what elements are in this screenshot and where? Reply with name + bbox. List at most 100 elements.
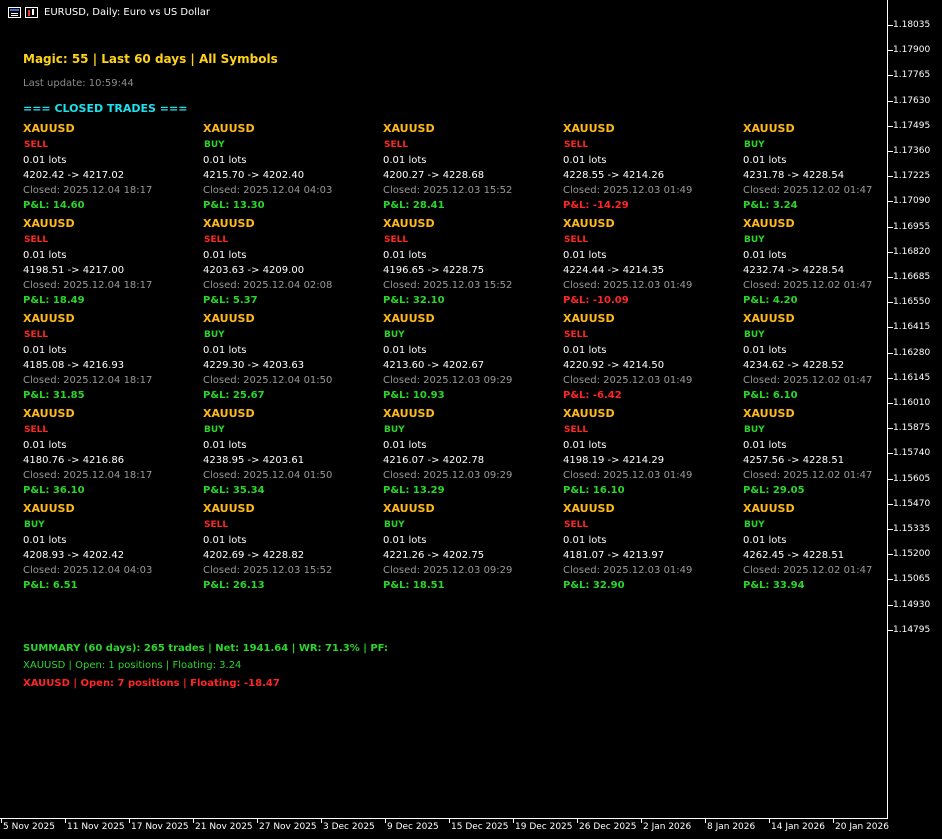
time-label: 8 Jan 2026	[707, 822, 756, 832]
price-label: 1.15200	[893, 549, 931, 560]
price-label: 1.17090	[893, 196, 931, 207]
time-label: 5 Nov 2025	[3, 822, 55, 832]
price-label: 1.17900	[893, 45, 931, 56]
window-icon	[8, 6, 21, 18]
trade-prices: 4213.60 -> 4202.67	[383, 360, 485, 371]
trade-prices: 4234.62 -> 4228.52	[743, 360, 845, 371]
trade-pnl: P&L: 28.41	[383, 200, 445, 211]
trade-direction: SELL	[564, 330, 589, 340]
trade-direction: SELL	[204, 520, 229, 530]
price-label: 1.17495	[893, 120, 931, 131]
trade-lots: 0.01 lots	[383, 345, 427, 356]
trade-closed-time: Closed: 2025.12.03 15:52	[383, 185, 513, 196]
price-label: 1.16550	[893, 297, 931, 308]
trade-symbol: XAUUSD	[563, 502, 615, 515]
time-tick	[65, 819, 66, 823]
trade-lots: 0.01 lots	[563, 345, 607, 356]
trade-pnl: P&L: 33.94	[743, 580, 805, 591]
trade-closed-time: Closed: 2025.12.03 09:29	[383, 565, 513, 576]
trade-pnl: P&L: -10.09	[563, 295, 629, 306]
trade-symbol: XAUUSD	[23, 217, 75, 230]
trade-symbol: XAUUSD	[563, 217, 615, 230]
trade-lots: 0.01 lots	[23, 155, 67, 166]
trade-prices: 4198.19 -> 4214.29	[563, 455, 665, 466]
trade-closed-time: Closed: 2025.12.03 01:49	[563, 280, 693, 291]
trade-symbol: XAUUSD	[563, 122, 615, 135]
trade-pnl: P&L: 14.60	[23, 200, 85, 211]
trade-symbol: XAUUSD	[23, 407, 75, 420]
trade-symbol: XAUUSD	[203, 217, 255, 230]
trade-direction: BUY	[384, 330, 405, 340]
time-label: 14 Jan 2026	[771, 822, 825, 832]
trade-pnl: P&L: 18.49	[23, 295, 85, 306]
trade-closed-time: Closed: 2025.12.02 01:47	[743, 565, 873, 576]
trade-closed-time: Closed: 2025.12.04 18:17	[23, 280, 153, 291]
trade-direction: SELL	[24, 425, 49, 435]
price-label: 1.14930	[893, 599, 931, 610]
trade-symbol: XAUUSD	[743, 122, 795, 135]
trade-closed-time: Closed: 2025.12.02 01:47	[743, 375, 873, 386]
trade-pnl: P&L: 13.30	[203, 200, 265, 211]
trade-lots: 0.01 lots	[203, 155, 247, 166]
last-update-label: Last update: 10:59:44	[23, 78, 134, 89]
trade-prices: 4185.08 -> 4216.93	[23, 360, 125, 371]
trade-direction: SELL	[564, 235, 589, 245]
time-tick	[577, 819, 578, 823]
time-tick	[833, 819, 834, 823]
trade-direction: SELL	[384, 140, 409, 150]
time-tick	[641, 819, 642, 823]
trade-prices: 4180.76 -> 4216.86	[23, 455, 125, 466]
trade-symbol: XAUUSD	[383, 312, 435, 325]
trade-prices: 4196.65 -> 4228.75	[383, 265, 485, 276]
time-label: 21 Nov 2025	[195, 822, 253, 832]
trade-closed-time: Closed: 2025.12.04 02:08	[203, 280, 333, 291]
time-tick	[129, 819, 130, 823]
trade-direction: BUY	[384, 520, 405, 530]
price-label: 1.17225	[893, 171, 931, 182]
trade-prices: 4220.92 -> 4214.50	[563, 360, 665, 371]
trade-pnl: P&L: 6.10	[743, 390, 798, 401]
trade-prices: 4238.95 -> 4203.61	[203, 455, 305, 466]
price-label: 1.15740	[893, 448, 931, 459]
trade-prices: 4228.55 -> 4214.26	[563, 170, 665, 181]
trade-lots: 0.01 lots	[203, 250, 247, 261]
time-tick	[321, 819, 322, 823]
trade-prices: 4262.45 -> 4228.51	[743, 550, 845, 561]
price-label: 1.16010	[893, 398, 931, 408]
trade-closed-time: Closed: 2025.12.04 04:03	[23, 565, 153, 576]
trade-prices: 4232.74 -> 4228.54	[743, 265, 845, 276]
trade-lots: 0.01 lots	[743, 345, 787, 356]
trade-closed-time: Closed: 2025.12.02 01:47	[743, 185, 873, 196]
time-tick	[257, 819, 258, 823]
trade-lots: 0.01 lots	[203, 345, 247, 356]
time-tick	[705, 819, 706, 823]
trade-direction: BUY	[744, 520, 765, 530]
price-label: 1.16820	[893, 246, 931, 257]
time-label: 27 Nov 2025	[259, 822, 317, 832]
trade-direction: BUY	[384, 425, 405, 435]
trade-pnl: P&L: 16.10	[563, 485, 625, 496]
trade-lots: 0.01 lots	[23, 535, 67, 546]
trade-symbol: XAUUSD	[23, 312, 75, 325]
trade-closed-time: Closed: 2025.12.03 01:49	[563, 375, 693, 386]
trade-direction: SELL	[204, 235, 229, 245]
time-tick	[449, 819, 450, 823]
trade-lots: 0.01 lots	[203, 440, 247, 451]
trade-closed-time: Closed: 2025.12.04 04:03	[203, 185, 333, 196]
trade-closed-time: Closed: 2025.12.03 09:29	[383, 470, 513, 481]
trade-direction: BUY	[744, 330, 765, 340]
time-label: 11 Nov 2025	[67, 822, 125, 832]
price-label: 1.15605	[893, 473, 931, 484]
open-positions-line: XAUUSD | Open: 1 positions | Floating: 3…	[23, 660, 242, 671]
price-label: 1.15065	[893, 574, 931, 585]
trade-lots: 0.01 lots	[23, 250, 67, 261]
trade-symbol: XAUUSD	[383, 502, 435, 515]
trade-lots: 0.01 lots	[563, 250, 607, 261]
trade-prices: 4229.30 -> 4203.63	[203, 360, 305, 371]
trade-prices: 4231.78 -> 4228.54	[743, 170, 845, 181]
trade-prices: 4208.93 -> 4202.42	[23, 550, 125, 561]
trade-prices: 4216.07 -> 4202.78	[383, 455, 485, 466]
trade-symbol: XAUUSD	[203, 407, 255, 420]
chart-title: EURUSD, Daily: Euro vs US Dollar	[44, 6, 211, 18]
trade-prices: 4221.26 -> 4202.75	[383, 550, 485, 561]
